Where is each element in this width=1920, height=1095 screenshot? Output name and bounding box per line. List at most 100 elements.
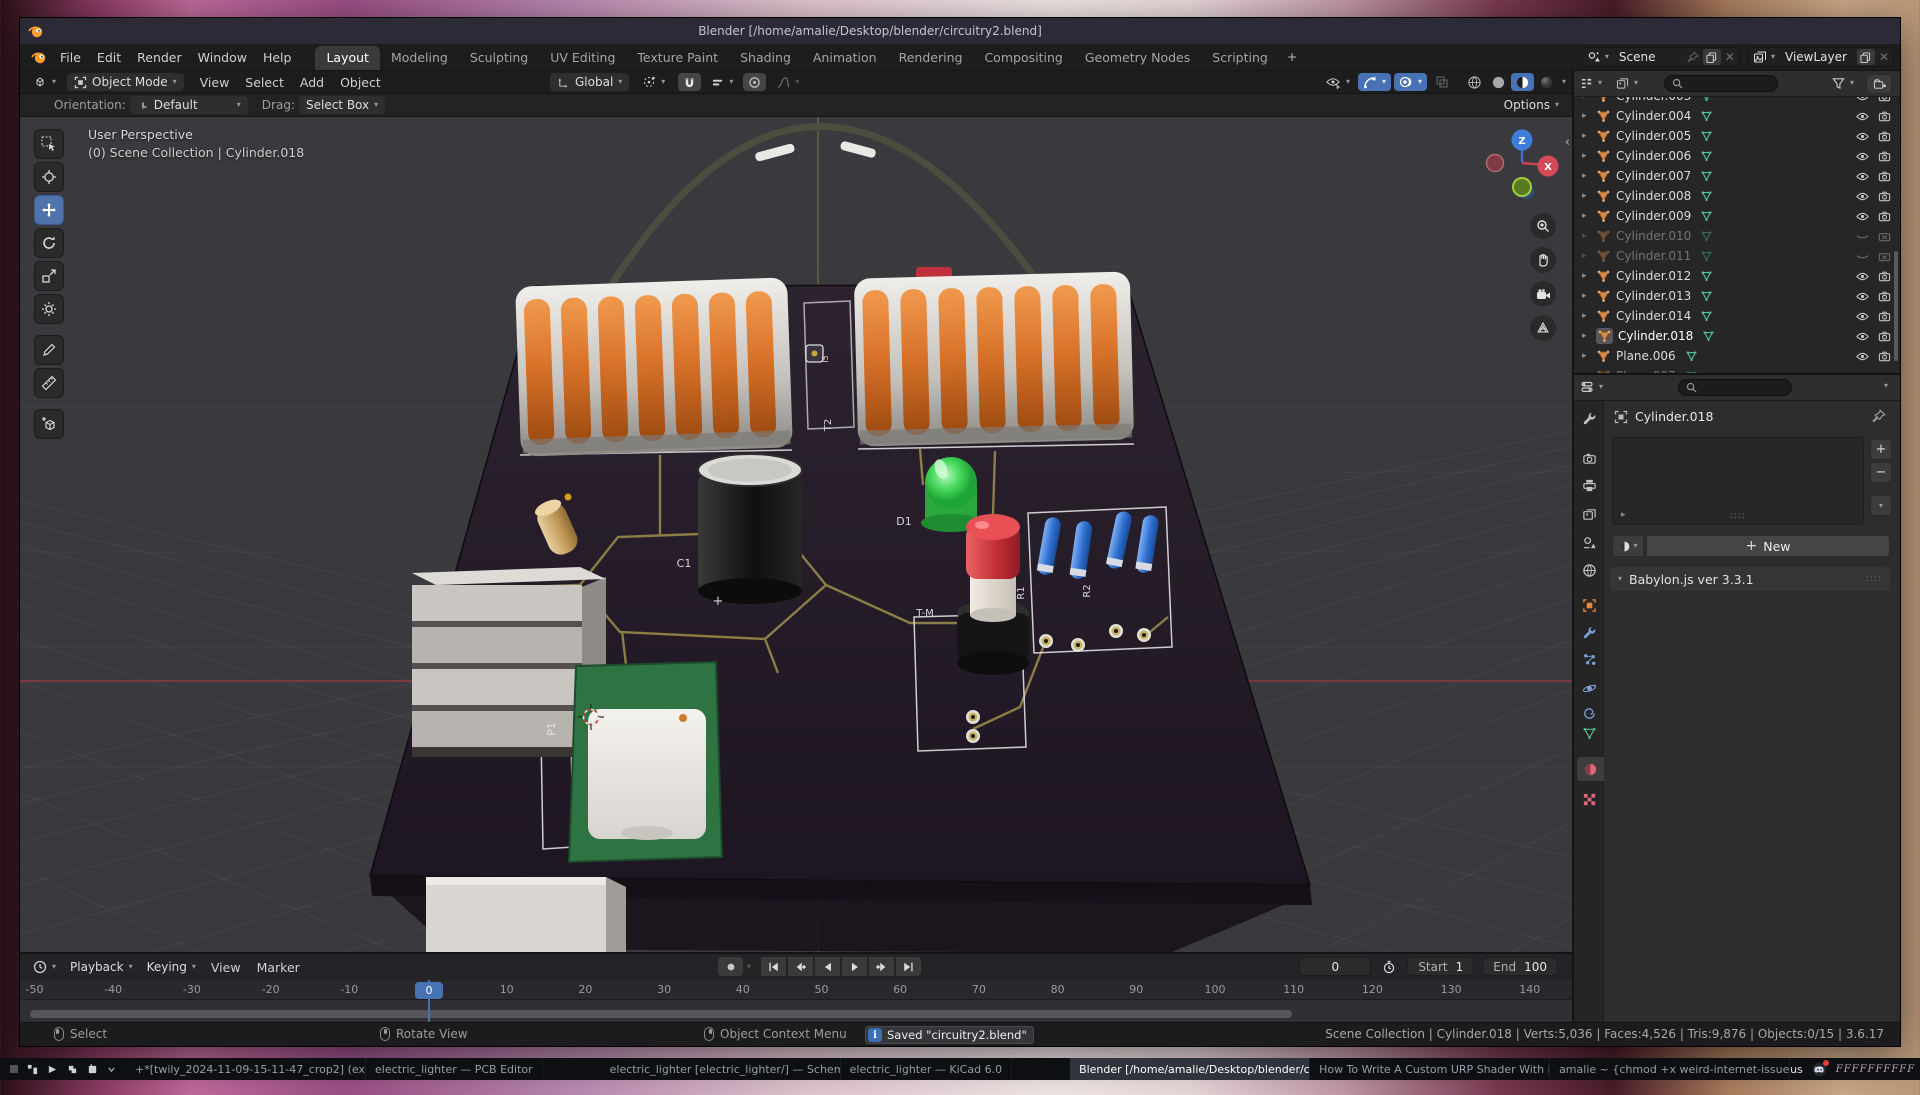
outliner-search[interactable] [1664, 75, 1778, 92]
eye-open-icon[interactable] [1855, 350, 1870, 363]
transform-orientation-selector[interactable]: Global ▾ [550, 73, 629, 91]
tool-rotate[interactable] [34, 228, 64, 258]
panel-grip-icon[interactable]: :::: [1866, 574, 1882, 584]
blender-logo-icon[interactable] [30, 49, 48, 65]
outliner-row[interactable]: ▸Cylinder.012 [1574, 266, 1900, 286]
camera-icon[interactable] [1877, 330, 1892, 343]
properties-tab-output[interactable] [1577, 473, 1601, 497]
timeline-ruler[interactable]: -50-40-30-20-101020304050607080901001101… [20, 980, 1572, 1000]
camera-icon[interactable] [1877, 130, 1892, 143]
camera-icon[interactable] [1877, 290, 1892, 303]
properties-tab-physics[interactable] [1577, 676, 1601, 700]
workspace-tab-scripting[interactable]: Scripting [1201, 46, 1279, 70]
properties-options-dropdown[interactable]: ▾ [1884, 382, 1888, 390]
slot-specials-button[interactable]: ▾ [1870, 495, 1892, 516]
window-list-icon[interactable] [47, 1064, 58, 1075]
disclosure-triangle-icon[interactable]: ▸ [1582, 191, 1596, 201]
camera-off-icon[interactable] [1877, 370, 1892, 374]
disclosure-triangle-icon[interactable]: ▸ [1582, 291, 1596, 301]
orthographic-toggle-button[interactable] [1530, 315, 1556, 341]
chevron-down-icon[interactable] [107, 1065, 116, 1074]
new-scene-button[interactable] [1703, 49, 1721, 65]
disclosure-triangle-icon[interactable]: ▸ [1582, 271, 1596, 281]
xray-toggle[interactable] [1430, 73, 1454, 91]
eye-open-icon[interactable] [1855, 330, 1870, 343]
mode-selector[interactable]: Object Mode ▾ [67, 73, 184, 91]
snap-toggle[interactable] [678, 73, 701, 91]
window-list-icon[interactable] [87, 1064, 98, 1075]
sidebar-collapse-icon[interactable]: ‹ [1565, 135, 1570, 150]
menu-file[interactable]: File [52, 48, 89, 67]
properties-tab-object-data[interactable] [1577, 721, 1601, 745]
timeline-editor-type-button[interactable]: ▾ [26, 958, 63, 976]
add-slot-button[interactable]: + [1870, 439, 1892, 460]
play-button[interactable] [842, 957, 867, 976]
shading-rendered-button[interactable] [1535, 73, 1558, 91]
outliner-row[interactable]: ▸Cylinder.013 [1574, 286, 1900, 306]
drag-dropdown[interactable]: Select Box ▾ [299, 96, 385, 114]
prev-keyframe-button[interactable] [788, 957, 813, 976]
disclosure-triangle-icon[interactable]: ▸ [1582, 111, 1596, 121]
outliner-row[interactable]: ▸Cylinder.010 [1574, 226, 1900, 246]
disclosure-triangle-icon[interactable]: ▸ [1582, 331, 1596, 341]
timeline-scrollbar[interactable] [30, 1010, 1292, 1018]
keyboard-layout-indicator[interactable]: us [1790, 1063, 1803, 1076]
workspace-tab-sculpting[interactable]: Sculpting [459, 46, 539, 70]
properties-tab-view-layer[interactable] [1577, 502, 1601, 526]
tool-transform[interactable] [34, 294, 64, 324]
tool-add-cube[interactable] [34, 409, 64, 439]
disclosure-triangle-icon[interactable]: ▸ [1582, 131, 1596, 141]
taskbar-window-button[interactable]: amalie ~ {chmod +x weird-internet-issues… [1550, 1058, 1790, 1080]
taskbar-window-button[interactable]: Blender [/home/amalie/Desktop/blender/ci… [1070, 1058, 1310, 1080]
snap-with-button[interactable]: ▾ [707, 73, 737, 91]
proportional-falloff-button[interactable]: ▾ [772, 73, 803, 91]
new-collection-button[interactable] [1866, 74, 1892, 94]
properties-tab-material[interactable] [1577, 757, 1604, 781]
taskbar-window-button[interactable]: +*[twily_2024-11-09-15-11-47_crop2] (exp… [126, 1058, 366, 1080]
camera-icon[interactable] [1877, 110, 1892, 123]
tool-cursor[interactable] [34, 162, 64, 192]
window-list-icon[interactable] [67, 1064, 78, 1075]
editor-type-button[interactable]: ▾ [26, 73, 63, 91]
workspace-tab-compositing[interactable]: Compositing [973, 46, 1073, 70]
outliner-row[interactable]: ▸Cylinder.008 [1574, 186, 1900, 206]
outliner-row[interactable]: ▸Cylinder.011 [1574, 246, 1900, 266]
options-button[interactable]: Options ▾ [1497, 96, 1566, 114]
camera-off-icon[interactable] [1877, 230, 1892, 243]
shading-solid-button[interactable] [1487, 73, 1510, 91]
pan-hand-button[interactable] [1530, 247, 1556, 273]
material-slots-list[interactable]: ▸ :::: [1612, 437, 1864, 525]
start-frame-field[interactable]: Start1 [1407, 957, 1474, 976]
camera-off-icon[interactable] [1877, 250, 1892, 263]
menu-marker[interactable]: Marker [249, 958, 308, 977]
end-frame-field[interactable]: End100 [1482, 957, 1558, 976]
eye-open-icon[interactable] [1855, 290, 1870, 303]
shading-wireframe-button[interactable] [1463, 73, 1486, 91]
jump-to-start-button[interactable] [761, 957, 786, 976]
menu-add[interactable]: Add [292, 73, 332, 92]
properties-tab-world[interactable] [1577, 558, 1601, 582]
outliner-row[interactable]: ▸Cylinder.007 [1574, 166, 1900, 186]
pin-icon[interactable] [1872, 409, 1886, 423]
taskbar-window-button[interactable]: electric_lighter [electric_lighter/] — S… [601, 1058, 841, 1080]
eye-closed-icon[interactable] [1855, 370, 1870, 374]
expand-icon[interactable]: ▸ [1621, 510, 1626, 520]
close-icon[interactable]: ✕ [1879, 50, 1889, 64]
new-viewlayer-button[interactable] [1857, 49, 1875, 65]
disclosure-triangle-icon[interactable]: ▸ [1582, 171, 1596, 181]
properties-tab-object[interactable] [1577, 593, 1601, 617]
jump-to-end-button[interactable] [896, 957, 921, 976]
outliner-row[interactable]: ▸Cylinder.004 [1574, 106, 1900, 126]
eye-open-icon[interactable] [1855, 210, 1870, 223]
workspace-tab-uv-editing[interactable]: UV Editing [539, 46, 626, 70]
camera-icon[interactable] [1877, 170, 1892, 183]
gizmo-axis-y[interactable] [1513, 178, 1531, 196]
resize-grip-icon[interactable]: :::: [1730, 511, 1746, 521]
outliner-row[interactable]: ▸Cylinder.009 [1574, 206, 1900, 226]
outliner-display-mode[interactable]: ▾ [1576, 74, 1606, 92]
camera-icon[interactable] [1877, 310, 1892, 323]
disclosure-triangle-icon[interactable]: ▸ [1582, 97, 1596, 101]
viewlayer-selector[interactable]: ▾ ViewLayer ✕ [1748, 47, 1894, 67]
outliner-row[interactable]: ▸Cylinder.003 [1574, 97, 1900, 106]
addon-panel-header[interactable]: ▾ Babylon.js ver 3.3.1 :::: [1610, 567, 1890, 591]
